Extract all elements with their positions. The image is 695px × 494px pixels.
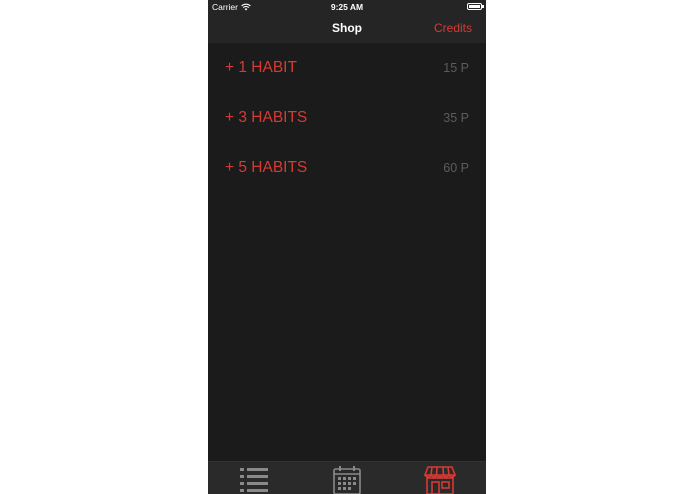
shop-item-price: 15 P bbox=[443, 61, 469, 75]
battery-level bbox=[469, 5, 480, 8]
phone-screen: Carrier 9:25 AM Shop Credits + 1 HABIT 1… bbox=[208, 0, 486, 494]
shop-item-label: + 3 HABITS bbox=[225, 109, 308, 126]
status-time: 9:25 AM bbox=[330, 2, 364, 12]
shop-item-price: 35 P bbox=[443, 111, 469, 125]
shop-item-price: 60 P bbox=[443, 161, 469, 175]
tab-shop[interactable] bbox=[394, 462, 486, 494]
tab-habits-list[interactable] bbox=[208, 462, 300, 494]
calendar-icon bbox=[333, 466, 361, 494]
shop-item-list: + 1 HABIT 15 P + 3 HABITS 35 P + 5 HABIT… bbox=[208, 43, 486, 193]
list-icon bbox=[240, 468, 268, 492]
battery-icon bbox=[467, 3, 484, 10]
tab-calendar[interactable] bbox=[301, 462, 393, 494]
shop-item-1-habit[interactable]: + 1 HABIT 15 P bbox=[208, 43, 486, 93]
shop-item-label: + 1 HABIT bbox=[225, 59, 297, 76]
shop-item-5-habits[interactable]: + 5 HABITS 60 P bbox=[208, 143, 486, 193]
shop-icon bbox=[424, 466, 456, 494]
navigation-bar: Shop Credits bbox=[208, 14, 486, 43]
shop-item-3-habits[interactable]: + 3 HABITS 35 P bbox=[208, 93, 486, 143]
credits-button[interactable]: Credits bbox=[434, 21, 472, 35]
shop-item-label: + 5 HABITS bbox=[225, 159, 308, 176]
tab-bar bbox=[208, 461, 486, 494]
status-bar: Carrier 9:25 AM bbox=[208, 0, 486, 14]
